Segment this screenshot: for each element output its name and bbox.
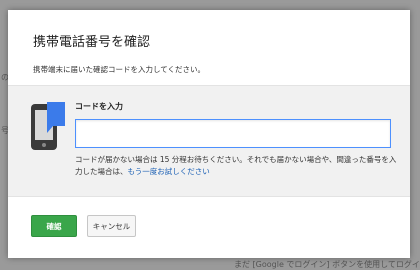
cancel-button[interactable]: キャンセル [87, 215, 136, 237]
background-text-fragment: まだ [Google でログイン] ボタンを使用してログイン [234, 260, 420, 269]
message-bubble-icon [47, 102, 65, 133]
dialog-subtitle: 携帯端末に届いた確認コードを入力してください。 [33, 65, 206, 74]
confirm-button[interactable]: 確認 [31, 215, 77, 237]
help-text-body: コードが届かない場合は 15 分程お待ちください。それでも届かない場合や、間違っ… [75, 155, 397, 176]
retry-link[interactable]: もう一度お試しください [128, 167, 210, 176]
phone-home-button [42, 143, 46, 147]
code-input[interactable] [75, 119, 391, 148]
help-text: コードが届かない場合は 15 分程お待ちください。それでも届かない場合や、間違っ… [75, 154, 397, 178]
code-field-label: コードを入力 [75, 102, 123, 111]
verify-phone-dialog: 携帯電話番号を確認 携帯端末に届いた確認コードを入力してください。 コードを入力… [8, 10, 410, 258]
dialog-title: 携帯電話番号を確認 [33, 35, 151, 50]
code-entry-panel: コードを入力 コードが届かない場合は 15 分程お待ちください。それでも届かない… [8, 85, 410, 197]
